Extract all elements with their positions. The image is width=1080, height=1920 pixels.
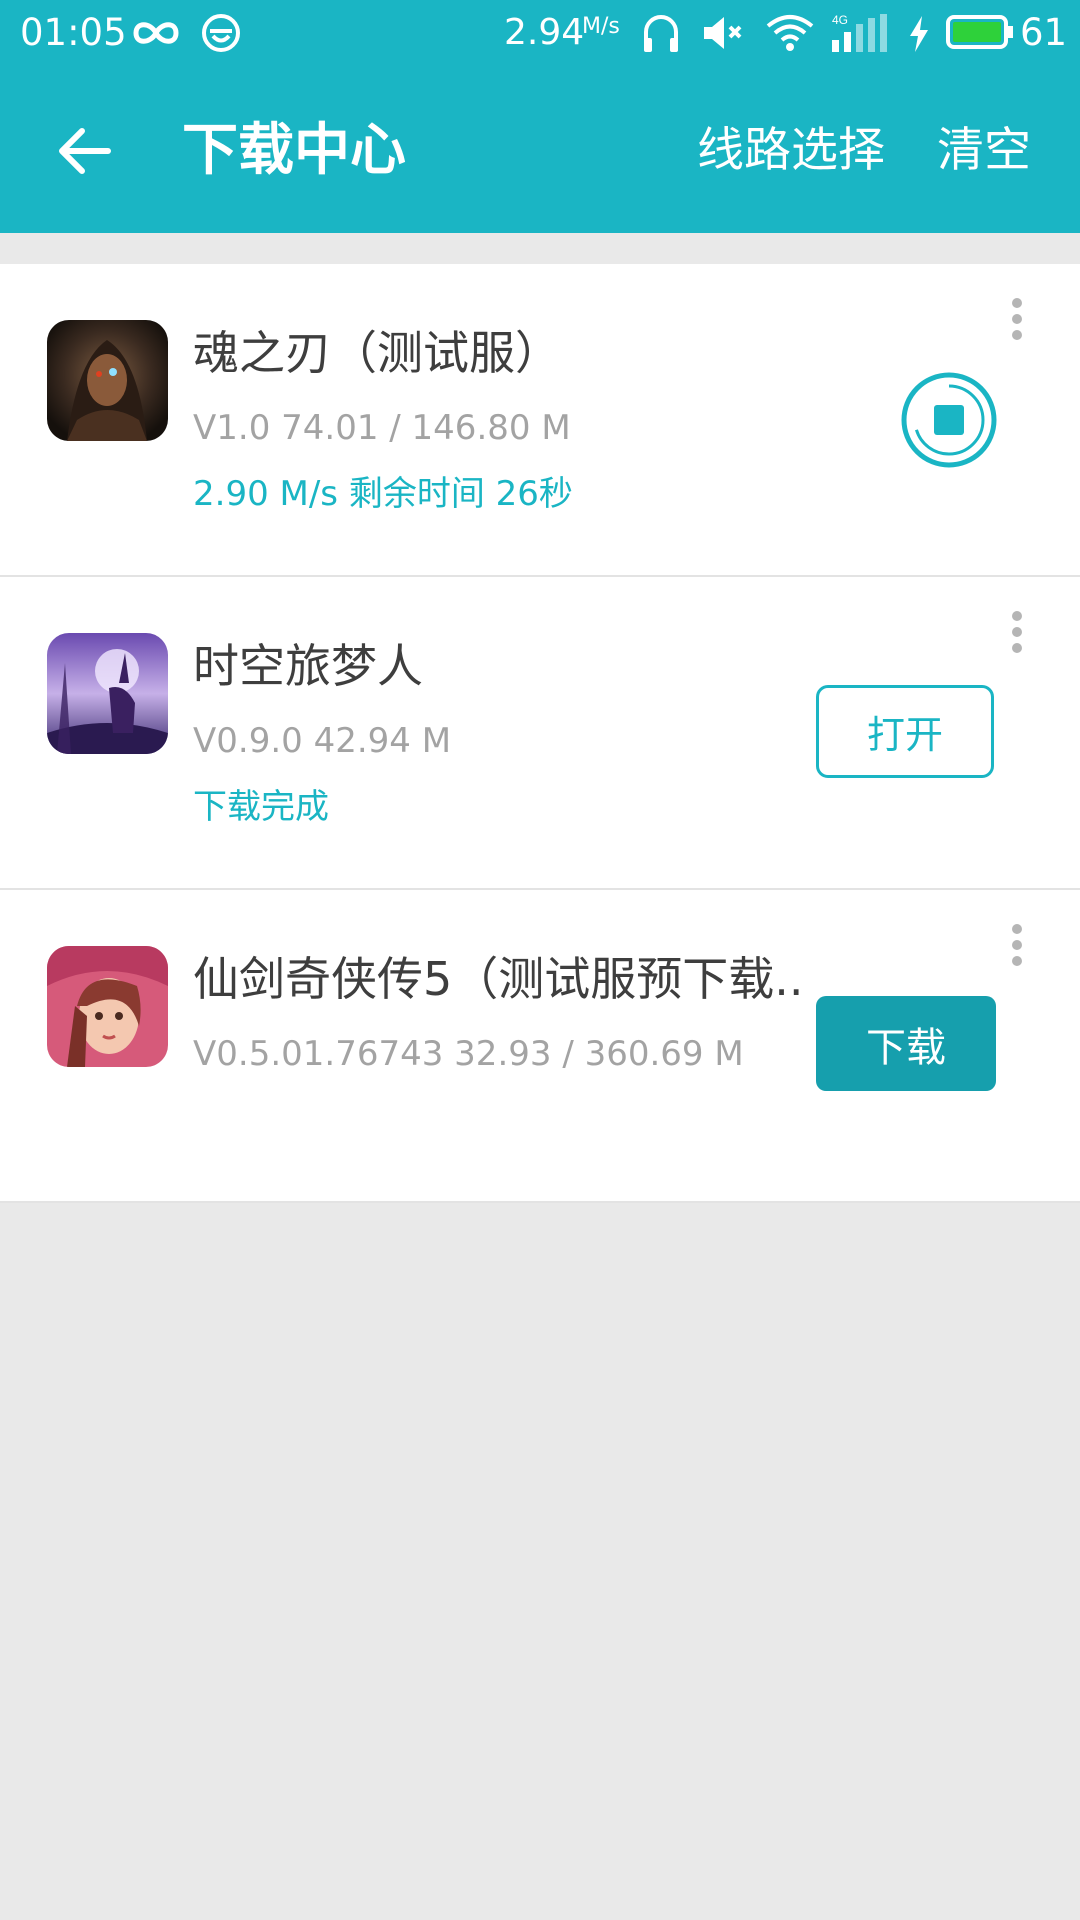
infinity-icon (133, 22, 179, 44)
page-title: 下载中心 (182, 118, 406, 183)
app-bar: 01:05 2.94 M/s 4G 61 下载中心 线路选择 清空 (0, 0, 1080, 233)
app-version-size: V0.9.0 42.94 M (193, 721, 452, 761)
app-name: 时空旅梦人 (193, 639, 423, 693)
download-progress-text: 2.90 M/s 剩余时间 26秒 (193, 474, 573, 514)
app-name: 仙剑奇侠传5（测试服预下载.. (193, 952, 804, 1006)
mute-icon (704, 17, 742, 49)
cellular-signal-icon: 4G (832, 13, 887, 52)
net-speed: 2.94 (504, 12, 585, 53)
app-icon-shikonglvmengren (47, 633, 168, 754)
more-options-icon[interactable] (1000, 922, 1034, 970)
download-list: 魂之刃（测试服） V1.0 74.01 / 146.80 M 2.90 M/s … (0, 264, 1080, 1203)
notification-app-icon (202, 14, 240, 52)
app-icon-hunzhiren (47, 320, 168, 441)
download-item[interactable]: 魂之刃（测试服） V1.0 74.01 / 146.80 M 2.90 M/s … (0, 264, 1080, 577)
back-button[interactable] (50, 120, 120, 182)
download-button[interactable]: 下载 (816, 996, 996, 1091)
more-options-icon[interactable] (1000, 609, 1034, 657)
headset-icon (644, 15, 678, 52)
app-name: 魂之刃（测试服） (193, 326, 561, 380)
net-speed-unit: M/s (582, 14, 620, 39)
app-icon-xianjian5 (47, 946, 168, 1067)
svg-text:4G: 4G (832, 13, 848, 27)
status-bar: 01:05 2.94 M/s 4G 61 (0, 0, 1080, 66)
wifi-icon (766, 15, 814, 51)
more-options-icon[interactable] (1000, 296, 1034, 344)
app-version-size: V1.0 74.01 / 146.80 M (193, 408, 571, 448)
back-arrow-icon (59, 128, 111, 174)
app-version-size: V0.5.01.76743 32.93 / 360.69 M (193, 1034, 744, 1074)
status-time: 01:05 (20, 11, 127, 54)
route-select-button[interactable]: 线路选择 (697, 118, 885, 184)
charging-icon (910, 16, 928, 52)
open-button[interactable]: 打开 (816, 685, 994, 778)
clear-button[interactable]: 清空 (937, 118, 1031, 184)
stop-download-button[interactable] (900, 371, 998, 469)
battery-percent: 61 (1020, 11, 1068, 54)
download-status-text: 下载完成 (193, 787, 329, 827)
battery-icon (946, 15, 1013, 49)
